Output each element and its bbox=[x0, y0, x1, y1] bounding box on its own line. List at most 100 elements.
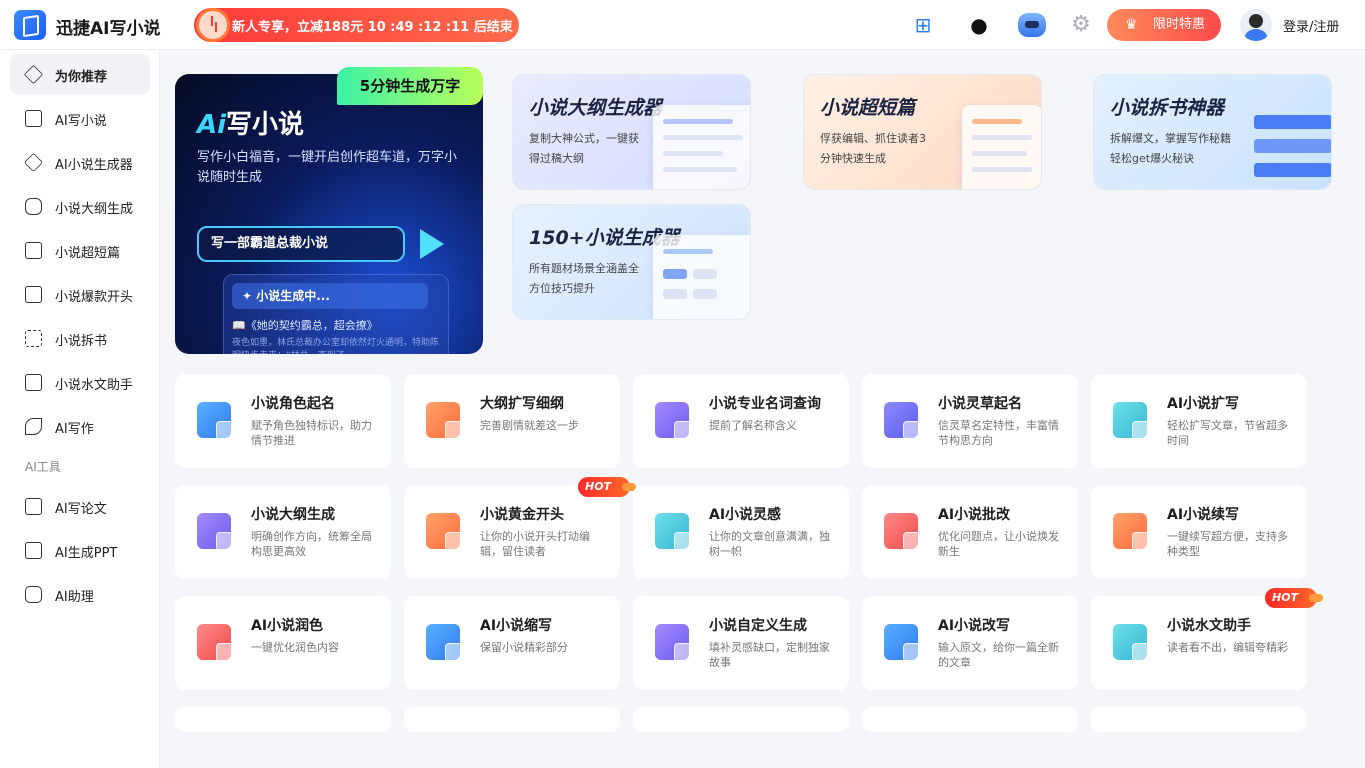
feature-card-outline-generator[interactable]: 小说大纲生成器 复制大神公式，一键获得过稿大纲 bbox=[512, 74, 751, 190]
tool-card-filler-assistant[interactable]: 小说水文助手 读者看不出，编辑夸精彩 bbox=[1091, 596, 1307, 690]
feature-desc: 复制大神公式，一键获得过稿大纲 bbox=[529, 132, 639, 165]
pen-icon bbox=[25, 418, 42, 435]
feature-title: 小说拆书神器 bbox=[1110, 97, 1225, 119]
app-logo-icon[interactable] bbox=[14, 10, 46, 40]
sidebar-item-filler-assistant[interactable]: 小说水文助手 bbox=[10, 362, 150, 402]
tool-card-ai-review[interactable]: AI小说批改 优化问题点，让小说焕发新生 bbox=[862, 485, 1078, 579]
feature-preview-illustration bbox=[653, 235, 750, 319]
tool-card-partial[interactable] bbox=[633, 707, 849, 732]
book-icon bbox=[25, 110, 42, 127]
feature-card-150-generators[interactable]: 150+小说生成器 所有题材场景全涵盖全方位技巧提升 bbox=[512, 204, 751, 320]
expand-icon bbox=[1113, 402, 1151, 440]
feature-preview-illustration bbox=[962, 105, 1041, 189]
windows-icon[interactable]: ⊞ bbox=[910, 13, 936, 37]
sidebar-item-ai-novel[interactable]: AI写小说 bbox=[10, 98, 150, 138]
sidebar-item-ai-ppt[interactable]: AI生成PPT bbox=[10, 530, 150, 570]
apple-icon[interactable]: ● bbox=[966, 13, 992, 37]
crown-icon: ♛ bbox=[1125, 17, 1138, 33]
login-register-link[interactable]: 登录/注册 bbox=[1283, 16, 1339, 35]
tool-card-outline-expand[interactable]: 大纲扩写细纲 完善剧情就差这一步 bbox=[404, 374, 620, 468]
leaf-icon bbox=[884, 402, 922, 440]
star-icon bbox=[23, 64, 44, 85]
sparkle-icon bbox=[197, 624, 235, 662]
filter-icon bbox=[655, 624, 693, 662]
promo-text: 新人专享，立减188元 10 :49 :12 :11 后结束 bbox=[232, 20, 513, 35]
hero-description: 写作小白福音，一键开启创作超车道，万字小说随时生成 bbox=[197, 150, 458, 185]
sidebar-section-ai-tools: AI工具 bbox=[25, 460, 61, 474]
ppt-icon bbox=[25, 542, 42, 559]
hero-badge: 5分钟生成万字 bbox=[337, 67, 483, 105]
gear-icon[interactable]: ⚙ bbox=[1068, 13, 1094, 37]
alarm-clock-icon bbox=[196, 8, 230, 42]
hot-badge: HOT bbox=[578, 477, 636, 497]
tool-card-character-naming[interactable]: 小说角色起名 赋予角色独特标识，助力情节推进 bbox=[175, 374, 391, 468]
tool-card-ai-abridge[interactable]: AI小说缩写 保留小说精彩部分 bbox=[404, 596, 620, 690]
document-icon bbox=[25, 242, 42, 259]
sidebar-item-short-story[interactable]: 小说超短篇 bbox=[10, 230, 150, 270]
assistant-icon bbox=[25, 374, 42, 391]
tool-card-golden-opening[interactable]: 小说黄金开头 让你的小说开头打动编辑，留住读者 bbox=[404, 485, 620, 579]
shrink-icon bbox=[426, 624, 464, 662]
feature-desc: 俘获编辑、抓住读者3分钟快速生成 bbox=[820, 132, 926, 165]
hero-prompt-input[interactable]: 写一部霸道总裁小说 bbox=[197, 226, 405, 262]
tool-card-ai-polish[interactable]: AI小说润色 一键优化润色内容 bbox=[175, 596, 391, 690]
smile-icon bbox=[1113, 624, 1151, 662]
outline-list-icon bbox=[197, 513, 235, 551]
lightbulb-icon bbox=[655, 513, 693, 551]
generating-status: ✦ 小说生成中... bbox=[232, 283, 428, 309]
sidebar-item-outline[interactable]: 小说大纲生成 bbox=[10, 186, 150, 226]
tool-card-partial[interactable] bbox=[404, 707, 620, 732]
robot-icon[interactable] bbox=[1018, 13, 1046, 37]
edit-icon bbox=[884, 624, 922, 662]
tool-card-partial[interactable] bbox=[862, 707, 1078, 732]
tool-card-ai-rewrite[interactable]: AI小说改写 输入原文，给你一篇全新的文章 bbox=[862, 596, 1078, 690]
generated-story-preview: 夜色如墨，林氏总裁办公室却依然灯火通明，特助陈明快步走来：“林总，查到了 bbox=[232, 338, 440, 354]
tool-card-partial[interactable] bbox=[175, 707, 391, 732]
tool-card-ai-inspiration[interactable]: AI小说灵感 让你的文章创意满满，独树一帜 bbox=[633, 485, 849, 579]
generation-preview-panel: ✦ 小说生成中... 📖《她的契约霸总，超会撩》 夜色如墨，林氏总裁办公室却依然… bbox=[223, 274, 449, 354]
avatar[interactable] bbox=[1240, 9, 1272, 41]
feature-card-book-split[interactable]: 小说拆书神器 拆解爆文，掌握写作秘籍轻松get爆火秘诀 bbox=[1093, 74, 1332, 190]
top-header: 迅捷AI写小说 新人专享，立减188元 10 :49 :12 :11 后结束 ⊞… bbox=[0, 0, 1365, 50]
tool-card-ai-expand[interactable]: AI小说扩写 轻松扩写文章，节省超多时间 bbox=[1091, 374, 1307, 468]
hero-ai-novel-card[interactable]: Ai写小说 写作小白福音，一键开启创作超车道，万字小说随时生成 写一部霸道总裁小… bbox=[175, 74, 483, 354]
tool-card-ai-continue[interactable]: AI小说续写 一键续写超方便，支持多种类型 bbox=[1091, 485, 1307, 579]
feature-title: 小说超短篇 bbox=[820, 97, 916, 119]
feature-title: 小说大纲生成器 bbox=[529, 97, 663, 119]
tool-card-custom-generate[interactable]: 小说自定义生成 填补灵感缺口，定制独家故事 bbox=[633, 596, 849, 690]
tool-card-outline-generate[interactable]: 小说大纲生成 明确创作方向，统筹全局构思更高效 bbox=[175, 485, 391, 579]
split-icon bbox=[25, 330, 42, 347]
search-icon bbox=[655, 402, 693, 440]
opening-icon bbox=[25, 286, 42, 303]
limited-offer-button[interactable]: ♛ 限时特惠 bbox=[1107, 9, 1221, 41]
app-title[interactable]: 迅捷AI写小说 bbox=[56, 14, 160, 39]
feature-card-short-story[interactable]: 小说超短篇 俘获编辑、抓住读者3分钟快速生成 bbox=[803, 74, 1042, 190]
sidebar-item-recommend[interactable]: 为你推荐 bbox=[10, 54, 150, 94]
paper-icon bbox=[25, 498, 42, 515]
tool-card-term-lookup[interactable]: 小说专业名词查询 提前了解名称含义 bbox=[633, 374, 849, 468]
cube-icon bbox=[23, 152, 44, 173]
feature-preview-illustration bbox=[653, 105, 750, 189]
offer-label: 限时特惠 bbox=[1153, 17, 1206, 32]
generated-book-title: 📖《她的契约霸总，超会撩》 bbox=[232, 319, 378, 332]
hot-badge: HOT bbox=[1265, 588, 1323, 608]
sidebar-item-hot-opening[interactable]: 小说爆款开头 bbox=[10, 274, 150, 314]
feature-desc: 所有题材场景全涵盖全方位技巧提升 bbox=[529, 262, 639, 295]
sidebar-item-ai-assistant[interactable]: AI助理 bbox=[10, 574, 150, 614]
sidebar-item-ai-paper[interactable]: AI写论文 bbox=[10, 486, 150, 526]
tool-card-partial[interactable] bbox=[1091, 707, 1307, 732]
outline-icon bbox=[25, 198, 42, 215]
list-icon bbox=[426, 402, 464, 440]
feature-preview-illustration bbox=[1244, 105, 1331, 189]
feature-desc: 拆解爆文，掌握写作秘籍轻松get爆火秘诀 bbox=[1110, 132, 1231, 165]
mask-icon bbox=[197, 402, 235, 440]
book-a-icon bbox=[426, 513, 464, 551]
sidebar: 为你推荐 AI写小说 AI小说生成器 小说大纲生成 小说超短篇 小说爆款开头 小… bbox=[0, 50, 160, 768]
sidebar-item-novel-generator[interactable]: AI小说生成器 bbox=[10, 142, 150, 182]
send-arrow-icon[interactable] bbox=[420, 229, 444, 259]
promo-banner[interactable]: 新人专享，立减188元 10 :49 :12 :11 后结束 bbox=[194, 8, 519, 42]
tool-card-herb-naming[interactable]: 小说灵草起名 信灵草名定特性，丰富情节构思方向 bbox=[862, 374, 1078, 468]
feather-icon bbox=[1113, 513, 1151, 551]
sidebar-item-ai-writing[interactable]: AI写作 bbox=[10, 406, 150, 446]
sidebar-item-book-split[interactable]: 小说拆书 bbox=[10, 318, 150, 358]
